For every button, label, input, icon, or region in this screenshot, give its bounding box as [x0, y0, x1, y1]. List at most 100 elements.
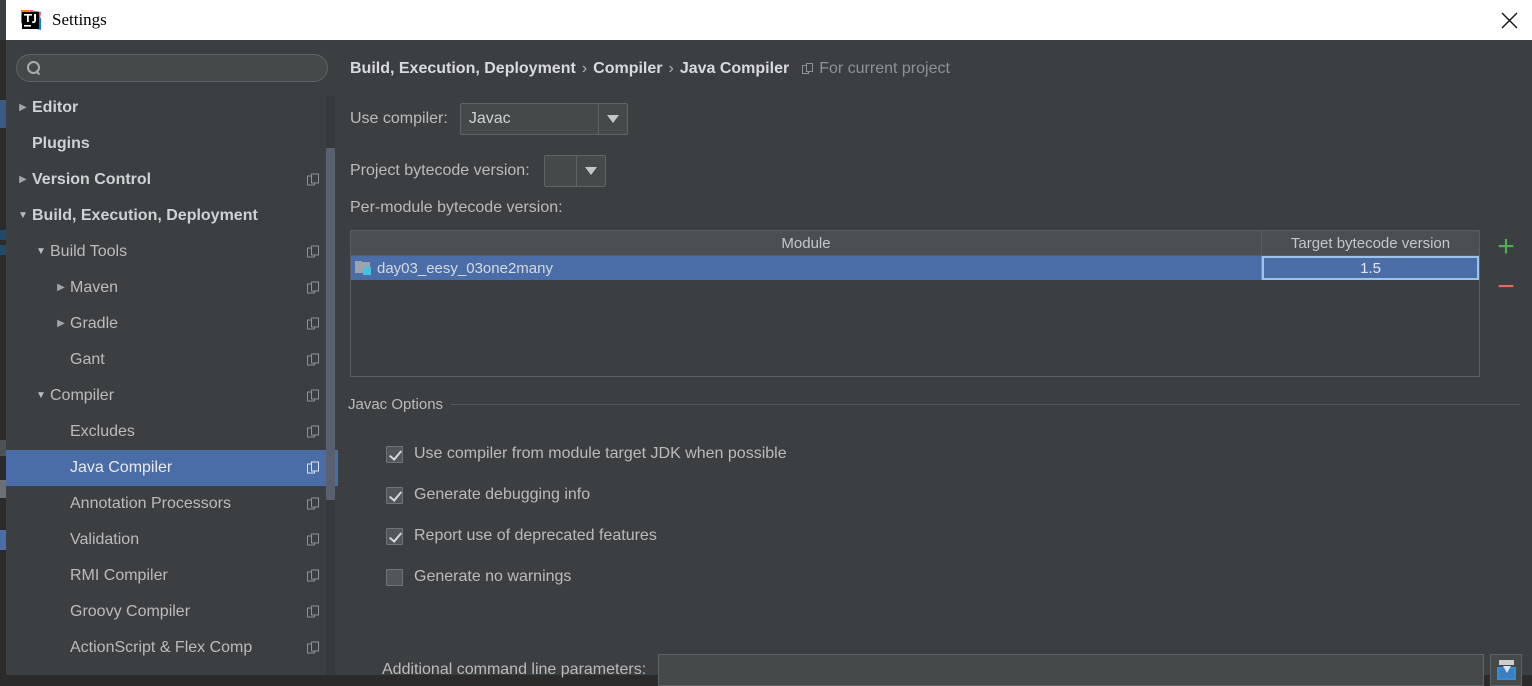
add-module-button[interactable]: +	[1488, 230, 1524, 264]
chevron-right-icon[interactable]: ▶	[14, 103, 32, 113]
chevron-right-icon[interactable]: ▶	[52, 283, 70, 293]
table-side-buttons: + −	[1488, 230, 1524, 377]
sidebar-item-editor[interactable]: ▶ Editor	[6, 90, 338, 126]
copy-icon[interactable]	[307, 317, 320, 331]
checkbox-row-report-deprecated[interactable]: Report use of deprecated features	[386, 527, 657, 545]
per-module-bytecode-table: Module Target bytecode version day03_ees…	[350, 230, 1480, 377]
copy-icon[interactable]	[307, 641, 320, 655]
copy-icon[interactable]	[307, 389, 320, 403]
copy-icon[interactable]	[307, 605, 320, 619]
sidebar-item-actionscript-flex-comp[interactable]: ActionScript & Flex Comp	[6, 630, 338, 666]
sidebar-item-build-tools[interactable]: ▼ Build Tools	[6, 234, 338, 270]
sidebar-item-maven[interactable]: ▶ Maven	[6, 270, 338, 306]
sidebar-item-gant[interactable]: Gant	[6, 342, 338, 378]
copy-icon[interactable]	[307, 425, 320, 439]
additional-params-input[interactable]	[659, 655, 1483, 685]
table-row[interactable]: day03_eesy_03one2many 1.5	[351, 256, 1479, 280]
checkbox-label: Generate no warnings	[414, 568, 572, 585]
title-bar: Settings	[6, 0, 1532, 40]
chevron-right-icon[interactable]: ▶	[14, 175, 32, 185]
scope-label: For current project	[819, 60, 950, 77]
chevron-right-icon[interactable]: ▶	[52, 319, 70, 329]
sidebar-item-label: Compiler	[50, 387, 115, 404]
breadcrumb-separator: ›	[581, 60, 588, 77]
checkbox-row-generate-no-warnings[interactable]: Generate no warnings	[386, 568, 571, 586]
chevron-down-icon[interactable]	[599, 104, 627, 134]
additional-params-label: Additional command line parameters:	[382, 661, 647, 678]
column-header-target[interactable]: Target bytecode version	[1262, 231, 1479, 255]
breadcrumb-item-0[interactable]: Build, Execution, Deployment	[350, 60, 576, 78]
sidebar-scrollbar-thumb[interactable]	[326, 148, 335, 500]
chevron-down-icon[interactable]: ▼	[32, 247, 50, 257]
sidebar-item-plugins[interactable]: Plugins	[6, 126, 338, 162]
use-compiler-value: Javac	[468, 110, 511, 127]
breadcrumb-item-2[interactable]: Java Compiler	[680, 60, 789, 78]
copy-icon[interactable]	[307, 569, 320, 583]
group-rule	[451, 404, 1520, 405]
sidebar-item-label: Java Compiler	[70, 459, 173, 476]
chevron-down-icon[interactable]: ▼	[14, 211, 32, 221]
settings-tree: ▶ Editor Plugins ▶ Version Control ▼ Build, E…	[6, 90, 338, 666]
search-field[interactable]	[16, 54, 328, 82]
remove-module-button[interactable]: −	[1488, 270, 1524, 304]
sidebar-item-label: Excludes	[70, 423, 135, 440]
use-compiler-label: Use compiler:	[350, 110, 448, 127]
sidebar-item-rmi-compiler[interactable]: RMI Compiler	[6, 558, 338, 594]
sidebar-item-label: Build, Execution, Deployment	[32, 207, 258, 224]
copy-icon[interactable]	[307, 497, 320, 511]
breadcrumb-separator: ›	[668, 60, 674, 77]
cell-module[interactable]: day03_eesy_03one2many	[351, 256, 1262, 280]
checkbox-generate-debugging-info[interactable]	[386, 486, 403, 504]
sidebar-item-compiler[interactable]: ▼ Compiler	[6, 378, 338, 414]
sidebar-item-java-compiler[interactable]: Java Compiler	[6, 450, 338, 486]
window-title: Settings	[52, 10, 107, 29]
module-icon	[355, 261, 372, 275]
copy-icon[interactable]	[307, 173, 320, 187]
project-bytecode-row: Project bytecode version:	[350, 155, 606, 187]
breadcrumb-item-1[interactable]: Compiler	[593, 60, 662, 78]
close-icon[interactable]	[1486, 0, 1532, 40]
sidebar-item-gradle[interactable]: ▶ Gradle	[6, 306, 338, 342]
checkbox-generate-no-warnings[interactable]	[386, 568, 403, 586]
sidebar-item-label: Editor	[32, 99, 79, 116]
checkbox-use-compiler-jdk[interactable]	[386, 445, 403, 463]
chevron-down-icon[interactable]: ▼	[32, 391, 50, 401]
checkbox-row-use-compiler-jdk[interactable]: Use compiler from module target JDK when…	[386, 445, 787, 463]
checkbox-report-deprecated[interactable]	[386, 527, 403, 545]
settings-main-panel: Build, Execution, Deployment › Compiler …	[338, 40, 1532, 686]
copy-icon[interactable]	[307, 533, 320, 547]
sidebar-item-annotation-processors[interactable]: Annotation Processors	[6, 486, 338, 522]
sidebar-item-version-control[interactable]: ▶ Version Control	[6, 162, 338, 198]
use-compiler-select[interactable]: Javac	[459, 103, 628, 135]
sidebar-item-groovy-compiler[interactable]: Groovy Compiler	[6, 594, 338, 630]
sidebar-item-build-execution-deployment[interactable]: ▼ Build, Execution, Deployment	[6, 198, 338, 234]
module-name: day03_eesy_03one2many	[377, 259, 553, 277]
use-compiler-row: Use compiler: Javac	[350, 103, 628, 135]
search-container	[6, 40, 338, 90]
search-input[interactable]	[48, 60, 317, 76]
copy-icon[interactable]	[307, 245, 320, 259]
chevron-down-icon[interactable]	[577, 156, 605, 186]
insert-into-field-icon[interactable]	[1490, 654, 1522, 686]
copy-icon[interactable]	[307, 281, 320, 295]
column-header-module[interactable]: Module	[351, 231, 1262, 255]
settings-sidebar: ▶ Editor Plugins ▶ Version Control ▼ Build, E…	[6, 40, 338, 675]
copy-icon[interactable]	[307, 353, 320, 367]
sidebar-item-label: Plugins	[32, 135, 90, 152]
additional-params-field[interactable]	[658, 654, 1484, 686]
cell-target-bytecode-version[interactable]: 1.5	[1262, 256, 1479, 280]
checkbox-row-generate-debugging-info[interactable]: Generate debugging info	[386, 486, 590, 504]
breadcrumb: Build, Execution, Deployment › Compiler …	[350, 60, 950, 78]
sidebar-item-validation[interactable]: Validation	[6, 522, 338, 558]
sidebar-item-label: Gant	[70, 351, 105, 368]
sidebar-item-excludes[interactable]: Excludes	[6, 414, 338, 450]
project-bytecode-select[interactable]	[543, 155, 606, 187]
copy-icon[interactable]	[307, 461, 320, 475]
